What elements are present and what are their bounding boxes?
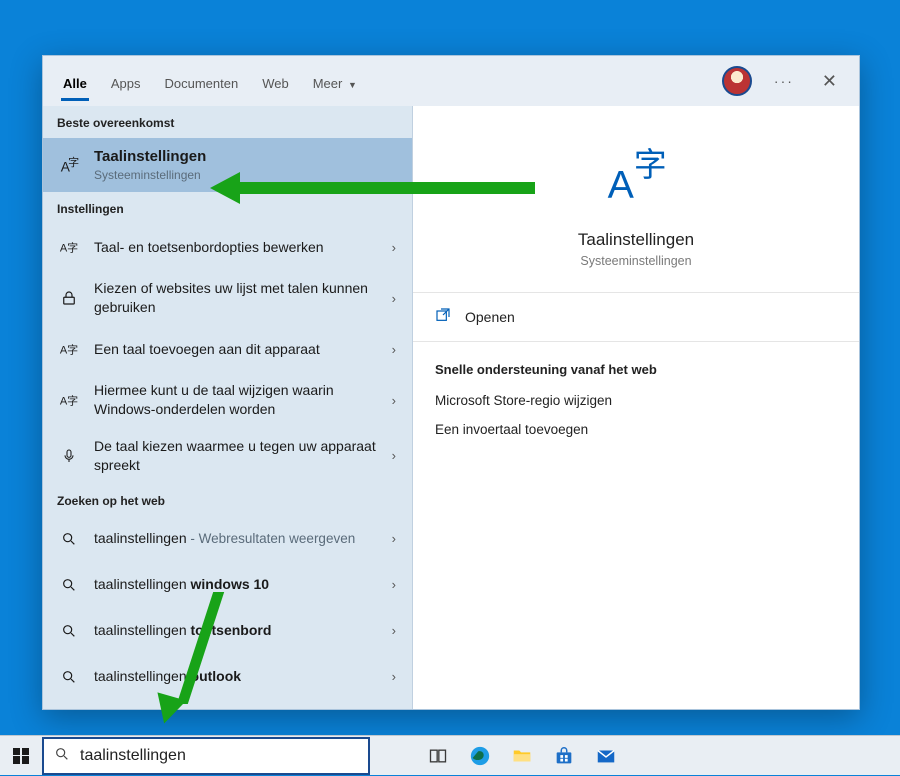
tab-more[interactable]: Meer ▼: [301, 62, 369, 101]
web-result-item[interactable]: taalinstellingen windows 11 ›: [43, 700, 412, 709]
microsoft-store-icon[interactable]: [544, 736, 584, 776]
user-avatar[interactable]: [722, 66, 752, 96]
start-button[interactable]: [0, 736, 42, 776]
chevron-right-icon: ›: [388, 577, 400, 592]
chevron-right-icon: ›: [388, 342, 400, 357]
chevron-right-icon: ›: [388, 448, 400, 463]
web-result-item[interactable]: taalinstellingen windows 10 ›: [43, 562, 412, 608]
close-button[interactable]: ✕: [808, 71, 851, 92]
search-icon: [55, 617, 83, 645]
quick-link[interactable]: Een invoertaal toevoegen: [435, 422, 837, 437]
taskbar-search-input[interactable]: [80, 747, 358, 765]
chevron-right-icon: ›: [388, 669, 400, 684]
search-icon: [54, 746, 70, 766]
settings-item[interactable]: A字 Hiermee kunt u de taal wijzigen waari…: [43, 372, 412, 428]
search-icon: [55, 571, 83, 599]
chevron-right-icon: ›: [388, 393, 400, 408]
best-match-subtitle: Systeeminstellingen: [94, 167, 400, 183]
open-label: Openen: [465, 309, 515, 325]
language-settings-icon: A 字: [55, 151, 83, 179]
web-result-item[interactable]: taalinstellingen outlook ›: [43, 654, 412, 700]
tab-web[interactable]: Web: [250, 62, 301, 101]
taskbar-pinned-apps: [418, 736, 626, 776]
section-web: Zoeken op het web: [43, 484, 412, 516]
svg-text:字: 字: [68, 155, 79, 169]
more-options-button[interactable]: ···: [760, 73, 808, 89]
search-panel: Alle Apps Documenten Web Meer ▼ ··· ✕ Be…: [42, 55, 860, 710]
windows-logo-icon: [13, 748, 29, 764]
quick-support-header: Snelle ondersteuning vanaf het web: [435, 362, 837, 377]
preview-subtitle: Systeeminstellingen: [580, 254, 691, 268]
chevron-right-icon: ›: [388, 623, 400, 638]
search-tabs: Alle Apps Documenten Web Meer ▼ ··· ✕: [43, 56, 859, 106]
open-action[interactable]: Openen: [413, 293, 859, 342]
file-explorer-icon[interactable]: [502, 736, 542, 776]
settings-item[interactable]: De taal kiezen waarmee u tegen uw appara…: [43, 428, 412, 484]
svg-text:A字: A字: [60, 343, 78, 357]
svg-text:A字: A字: [60, 394, 78, 408]
svg-text:字: 字: [634, 146, 667, 183]
mail-icon[interactable]: [586, 736, 626, 776]
best-match-title: Taalinstellingen: [94, 147, 400, 167]
lock-icon: [55, 284, 83, 312]
language-keyboard-icon: A字: [55, 233, 83, 261]
settings-item[interactable]: A字 Taal- en toetsenbordopties bewerken ›: [43, 224, 412, 270]
chevron-right-icon: ›: [388, 240, 400, 255]
chevron-down-icon: ▼: [348, 80, 357, 90]
section-best-match: Beste overeenkomst: [43, 106, 412, 138]
section-settings: Instellingen: [43, 192, 412, 224]
settings-item[interactable]: A字 Een taal toevoegen aan dit apparaat ›: [43, 326, 412, 372]
tab-apps[interactable]: Apps: [99, 62, 153, 101]
edge-icon[interactable]: [460, 736, 500, 776]
task-view-icon[interactable]: [418, 736, 458, 776]
chevron-right-icon: ›: [388, 291, 400, 306]
change-language-icon: A字: [55, 386, 83, 414]
search-icon: [55, 525, 83, 553]
preview-hero: A 字 Taalinstellingen Systeeminstellingen: [413, 106, 859, 293]
quick-support: Snelle ondersteuning vanaf het web Micro…: [413, 342, 859, 471]
svg-text:A字: A字: [60, 241, 78, 255]
web-result-item[interactable]: taalinstellingen - Webresultaten weergev…: [43, 516, 412, 562]
tab-all[interactable]: Alle: [51, 62, 99, 101]
preview-pane: A 字 Taalinstellingen Systeeminstellingen…: [413, 106, 859, 709]
search-icon: [55, 663, 83, 691]
tab-documents[interactable]: Documenten: [152, 62, 250, 101]
results-body: Beste overeenkomst A 字 Taalinstellingen …: [43, 106, 859, 709]
taskbar: [0, 735, 900, 775]
results-left-column: Beste overeenkomst A 字 Taalinstellingen …: [43, 106, 413, 709]
add-language-icon: A字: [55, 335, 83, 363]
preview-title: Taalinstellingen: [578, 230, 694, 250]
language-settings-icon: A 字: [596, 136, 676, 216]
microphone-icon: [55, 442, 83, 470]
taskbar-search-box[interactable]: [42, 737, 370, 775]
web-result-item[interactable]: taalinstellingen toetsenbord ›: [43, 608, 412, 654]
svg-text:A: A: [608, 163, 635, 207]
best-match-item[interactable]: A 字 Taalinstellingen Systeeminstellingen: [43, 138, 412, 192]
quick-link[interactable]: Microsoft Store-regio wijzigen: [435, 393, 837, 408]
chevron-right-icon: ›: [388, 531, 400, 546]
open-icon: [435, 307, 451, 327]
settings-item[interactable]: Kiezen of websites uw lijst met talen ku…: [43, 270, 412, 326]
